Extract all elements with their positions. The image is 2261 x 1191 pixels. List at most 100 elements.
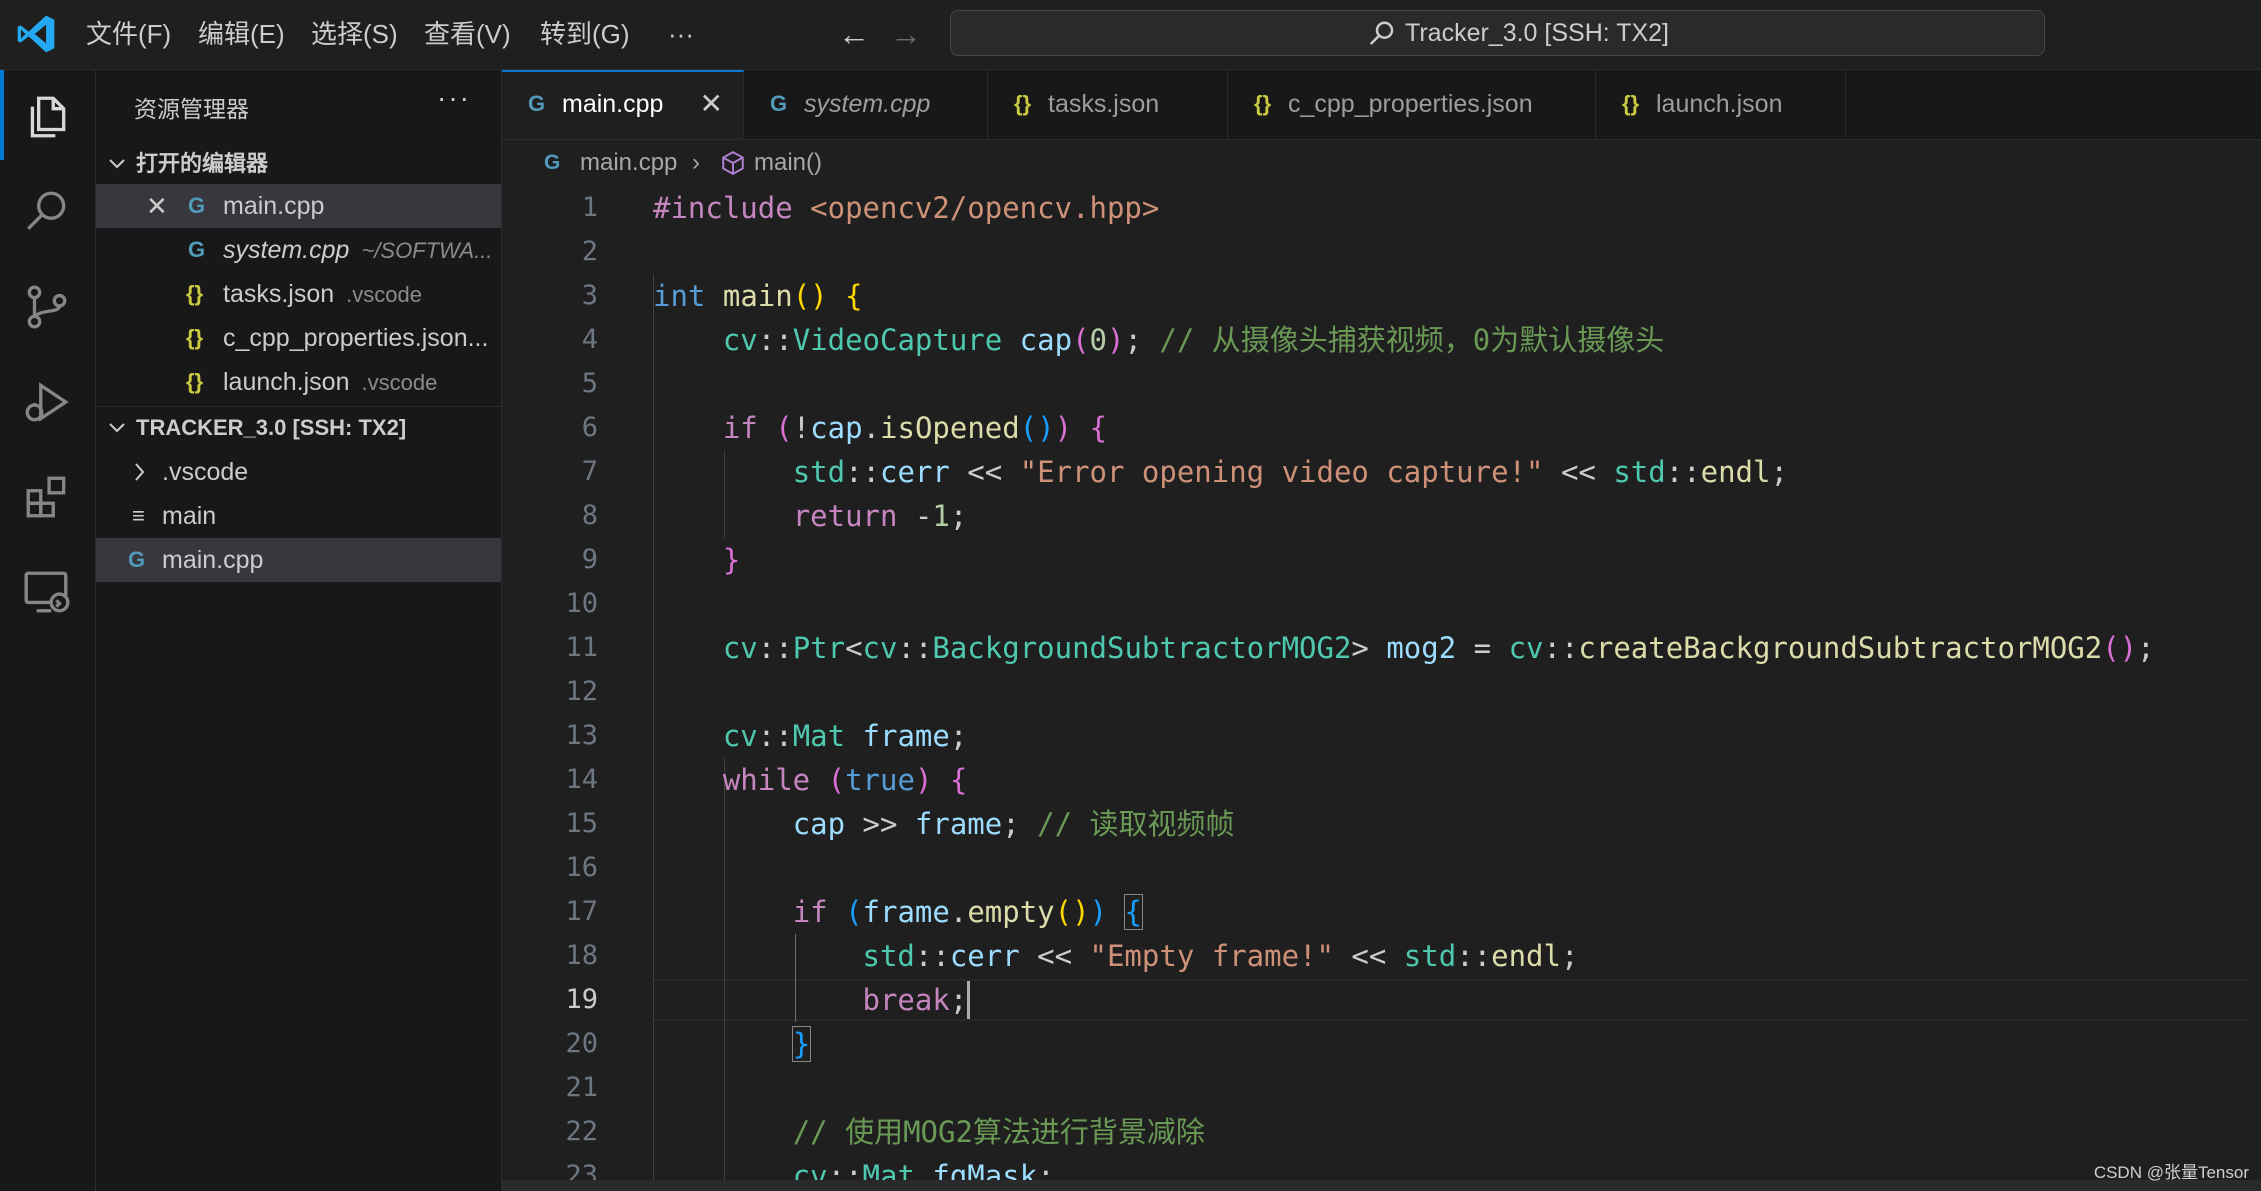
line-number: 3: [581, 280, 598, 311]
tab-main-cpp[interactable]: G main.cpp ✕: [502, 70, 744, 139]
run-debug-icon: [25, 382, 69, 422]
open-editor-item-launch-json[interactable]: {} launch.json .vscode: [96, 360, 501, 404]
search-icon: [27, 191, 66, 230]
title-bar: 文件(F) 编辑(E) 选择(S) 查看(V) 转到(G) ··· ← → Tr…: [0, 0, 2261, 70]
file-name: main.cpp: [223, 192, 325, 220]
close-icon[interactable]: ✕: [146, 184, 168, 228]
tab-label: c_cpp_properties.json: [1288, 90, 1533, 118]
menu-edit[interactable]: 编辑(E): [190, 14, 293, 54]
breadcrumb-file[interactable]: main.cpp: [580, 140, 677, 186]
code-line-22: // 使用MOG2算法进行背景减除: [792, 1115, 1205, 1149]
code-line-3: int main() {: [653, 279, 863, 313]
close-icon[interactable]: ✕: [700, 72, 723, 136]
line-number: 12: [565, 676, 598, 707]
file-path: .vscode: [361, 370, 438, 395]
code-line-13: cv::Mat frame;: [722, 719, 968, 753]
extensions-icon: [26, 476, 66, 518]
file-name: main: [162, 502, 217, 530]
line-number: 2: [581, 236, 598, 267]
sidebar-title: 资源管理器: [134, 96, 249, 122]
editor-tabs: G main.cpp ✕ G system.cpp {} tasks.json …: [502, 70, 2261, 140]
open-editor-item-main-cpp[interactable]: ✕ G main.cpp: [96, 184, 501, 228]
explorer-icon: [30, 96, 66, 138]
method-cube-icon: [722, 151, 744, 175]
tree-folder-vscode[interactable]: .vscode: [96, 450, 501, 494]
cpp-file-icon: G: [528, 91, 546, 116]
tree-file-main-cpp[interactable]: G main.cpp: [96, 538, 501, 582]
code-line-20: }: [791, 1026, 812, 1062]
text-file-icon: ≡: [132, 503, 145, 528]
open-editor-item-system-cpp[interactable]: G system.cpp ~/SOFTWA...: [96, 228, 501, 272]
text-cursor: [967, 981, 970, 1019]
chevron-down-icon: [109, 423, 125, 433]
activity-source-control[interactable]: [0, 260, 96, 350]
activity-extensions[interactable]: [0, 450, 96, 540]
code-line-18: std::cerr << "Empty frame!" << std::endl…: [862, 939, 1579, 973]
tab-tasks-json[interactable]: {} tasks.json: [988, 70, 1228, 139]
tab-c-cpp-properties-json[interactable]: {} c_cpp_properties.json: [1228, 70, 1596, 139]
menu-more[interactable]: ···: [660, 14, 702, 54]
command-center-search[interactable]: Tracker_3.0 [SSH: TX2]: [950, 10, 2045, 56]
line-number: 21: [565, 1072, 598, 1103]
tab-label: main.cpp: [562, 90, 664, 118]
code-editor[interactable]: 1 2 3 4 5 6 7 8 9 10 11 12 13 14 15 16 17 18 19 20 21 22 23 #i…: [502, 186, 2261, 1191]
file-name: tasks.json: [223, 280, 335, 308]
line-number: 4: [581, 324, 598, 355]
line-number: 9: [581, 544, 598, 575]
cpp-file-icon: G: [188, 193, 206, 218]
section-divider: [96, 406, 501, 407]
horizontal-scrollbar[interactable]: [502, 1180, 2261, 1191]
menu-selection[interactable]: 选择(S): [303, 14, 406, 54]
open-editor-item-c-cpp-properties-json[interactable]: {} c_cpp_properties.json...: [96, 316, 501, 360]
line-number: 8: [581, 500, 598, 531]
file-name: c_cpp_properties.json...: [223, 324, 489, 352]
code-line-7: std::cerr << "Error opening video captur…: [792, 455, 1788, 489]
watermark: CSDN @张量Tensor: [2093, 1163, 2249, 1182]
breadcrumb-symbol[interactable]: main(): [754, 140, 822, 186]
chevron-right-icon: [135, 463, 145, 481]
json-file-icon: {}: [1622, 91, 1640, 116]
back-arrow-icon[interactable]: ←: [834, 14, 874, 54]
folder-name: .vscode: [162, 458, 249, 486]
code-line-19: break;: [862, 983, 968, 1017]
json-file-icon: {}: [186, 369, 204, 394]
code-line-4: cv::VideoCapture cap(0); // 从摄像头捕获视频，0为默…: [722, 323, 1665, 357]
json-file-icon: {}: [186, 325, 204, 350]
tab-launch-json[interactable]: {} launch.json: [1596, 70, 1846, 139]
open-editor-item-tasks-json[interactable]: {} tasks.json .vscode: [96, 272, 501, 316]
file-name: launch.json: [223, 368, 350, 396]
line-number: 7: [581, 456, 598, 487]
vscode-logo-icon: [17, 15, 55, 53]
line-number: 14: [565, 764, 598, 795]
forward-arrow-icon[interactable]: →: [886, 14, 926, 54]
file-path: ~/SOFTWA...: [361, 238, 493, 263]
activity-remote-explorer[interactable]: [0, 545, 96, 635]
line-number: 22: [565, 1116, 598, 1147]
menu-file[interactable]: 文件(F): [78, 14, 179, 54]
cpp-file-icon: G: [188, 237, 206, 262]
code-line-1: #include <opencv2/opencv.hpp>: [653, 191, 1160, 225]
workspace-header[interactable]: TRACKER_3.0 [SSH: TX2]: [96, 408, 501, 448]
code-line-11: cv::Ptr<cv::BackgroundSubtractorMOG2> mo…: [722, 631, 2155, 665]
tree-file-main[interactable]: ≡ main: [96, 494, 501, 538]
open-editors-header[interactable]: 打开的编辑器: [96, 144, 501, 184]
menu-go[interactable]: 转到(G): [532, 14, 638, 54]
sidebar-more-actions-icon[interactable]: ···: [437, 82, 471, 114]
activity-search[interactable]: [0, 165, 96, 255]
activity-explorer[interactable]: [0, 70, 96, 160]
line-number: 20: [565, 1028, 598, 1059]
tab-system-cpp[interactable]: G system.cpp: [744, 70, 988, 139]
workspace-label: TRACKER_3.0 [SSH: TX2]: [136, 415, 407, 440]
activity-run-debug[interactable]: [0, 355, 96, 445]
code-line-8: return -1;: [792, 499, 968, 533]
menu-view[interactable]: 查看(V): [416, 14, 519, 54]
explorer-sidebar: 资源管理器 ··· 打开的编辑器 ✕ G main.cpp G system.c…: [96, 70, 502, 1191]
code-line-17: if (frame.empty()) {: [792, 894, 1143, 930]
file-name: system.cpp: [223, 236, 350, 264]
line-number: 11: [565, 632, 598, 663]
line-number: 13: [565, 720, 598, 751]
code-line-15: cap >> frame; // 读取视频帧: [792, 807, 1235, 841]
json-file-icon: {}: [1254, 91, 1272, 116]
remote-explorer-icon: [24, 571, 70, 613]
line-number: 17: [565, 896, 598, 927]
